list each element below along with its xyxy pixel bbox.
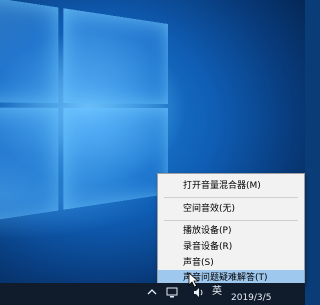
ime-indicator[interactable]: 英 — [212, 286, 222, 298]
network-icon[interactable] — [166, 287, 178, 302]
menu-separator — [164, 197, 298, 198]
menu-item-volume-mixer[interactable]: 打开音量混合器(M) — [158, 178, 304, 194]
menu-item-sounds[interactable]: 声音(S) — [158, 255, 304, 271]
menu-separator — [164, 220, 298, 221]
light-beam — [0, 150, 160, 240]
menu-item-recording-devices[interactable]: 录音设备(R) — [158, 239, 304, 255]
volume-context-menu: 打开音量混合器(M) 空间音效(无) 播放设备(P) 录音设备(R) 声音(S)… — [157, 173, 305, 286]
mouse-cursor-icon — [188, 272, 200, 288]
logo-pane — [0, 0, 59, 104]
chevron-up-icon[interactable] — [147, 287, 157, 301]
menu-item-spatial-sound[interactable]: 空间音效(无) — [158, 201, 304, 217]
taskbar: 英 2019/3/5 — [0, 283, 305, 305]
logo-pane — [63, 8, 168, 105]
volume-icon[interactable] — [193, 287, 205, 302]
menu-item-playback-devices[interactable]: 播放设备(P) — [158, 223, 304, 239]
taskbar-date[interactable]: 2019/3/5 — [231, 293, 271, 303]
